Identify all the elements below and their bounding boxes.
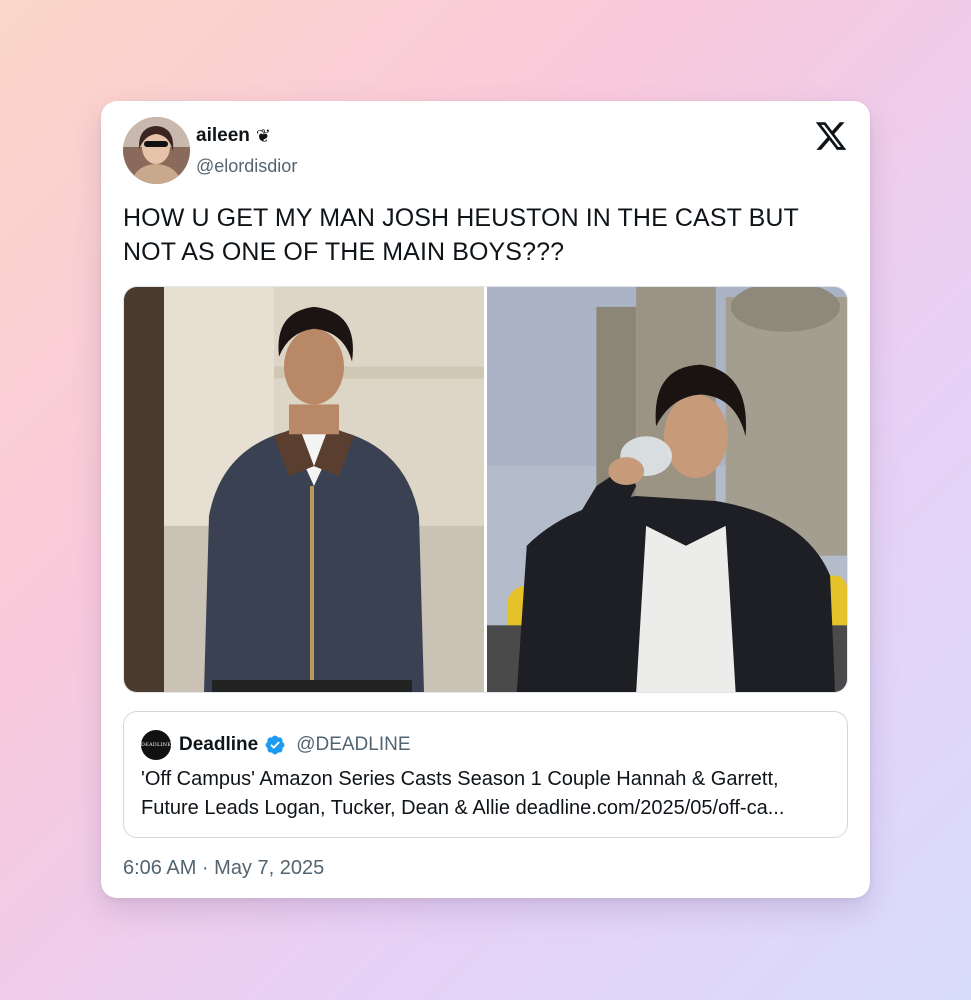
deadline-avatar[interactable]: DEADLINE <box>141 730 171 760</box>
photo-1[interactable] <box>124 287 484 692</box>
name-emoji: ❦ <box>255 125 271 147</box>
quoted-author-name[interactable]: Deadline <box>179 734 258 756</box>
media-grid <box>123 286 848 693</box>
avatar-image <box>123 117 190 184</box>
quoted-tweet-header: DEADLINE Deadline @DEADLINE <box>141 730 411 760</box>
author-display-name[interactable]: aileen <box>196 125 250 147</box>
photo-man-drinking-rooftop-icon <box>487 287 847 692</box>
tweet-text: HOW U GET MY MAN JOSH HEUSTON IN THE CAS… <box>123 204 799 266</box>
author-name-row: aileen ❦ <box>196 125 271 147</box>
photo-2[interactable] <box>487 287 847 692</box>
verified-badge-icon <box>265 735 285 755</box>
avatar[interactable] <box>123 117 190 184</box>
quoted-tweet-text: 'Off Campus' Amazon Series Casts Season … <box>141 768 785 819</box>
photo-man-denim-jacket-icon <box>124 287 484 692</box>
quoted-author-handle[interactable]: @DEADLINE <box>296 734 410 756</box>
x-logo-icon[interactable] <box>814 119 848 153</box>
tweet-card: aileen ❦ @elordisdior HOW U GET MY MAN J… <box>101 101 870 898</box>
deadline-logo-text: DEADLINE <box>140 742 172 748</box>
tweet-timestamp[interactable]: 6:06 AM · May 7, 2025 <box>123 857 324 880</box>
quoted-tweet[interactable]: DEADLINE Deadline @DEADLINE 'Off Campus'… <box>123 711 848 838</box>
author-handle[interactable]: @elordisdior <box>196 156 297 177</box>
